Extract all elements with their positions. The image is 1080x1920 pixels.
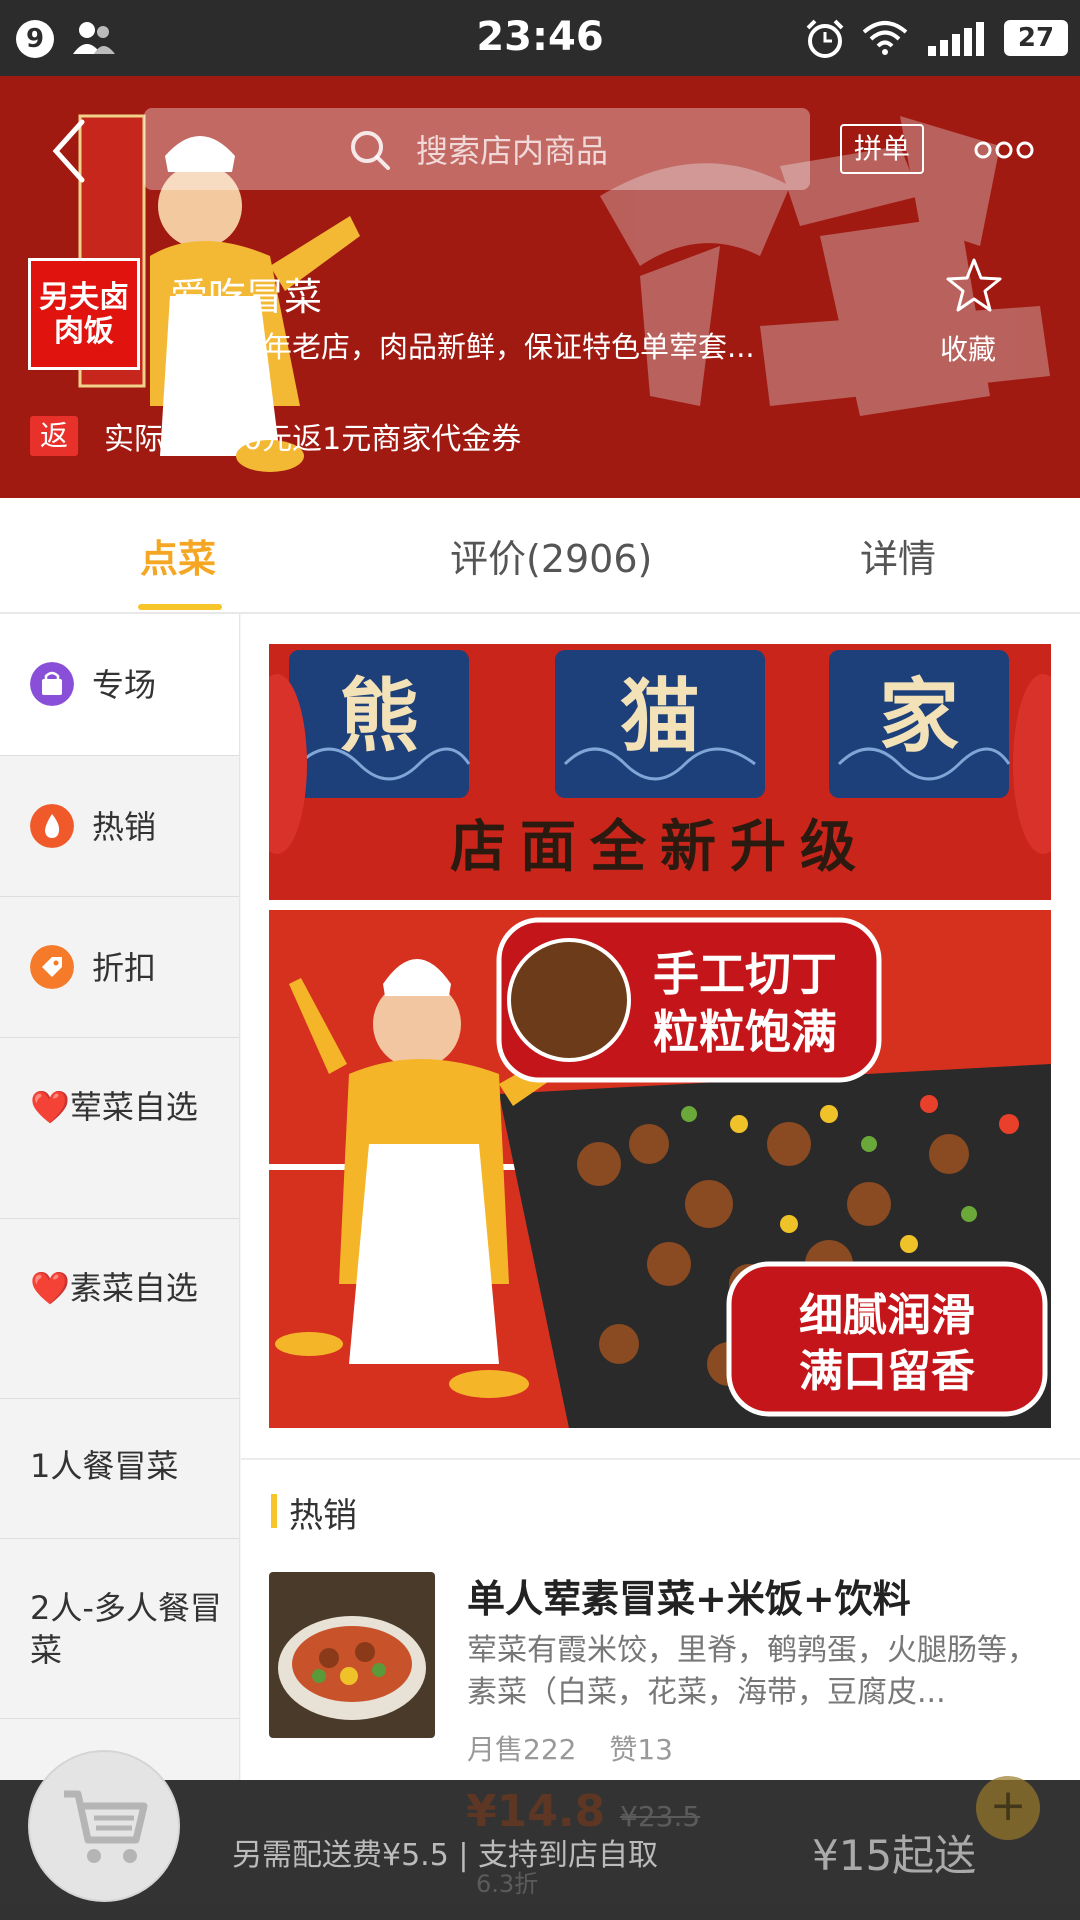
dish-original-price: ¥23.5 (620, 1800, 701, 1833)
section-title: 热销 (289, 1496, 357, 1536)
rebate-badge: 返 (30, 416, 78, 456)
section-accent (271, 1494, 277, 1528)
shop-logo-text: 另夫卤肉饭 (39, 280, 129, 349)
shop-name: 爱吃冒菜 (170, 275, 323, 319)
shop-search-box[interactable]: 搜索店内商品 (144, 108, 810, 190)
category-label: 折扣 (92, 949, 157, 987)
cart-icon (64, 1790, 148, 1863)
tab-details[interactable]: 详情 (860, 528, 936, 583)
promo-banner[interactable]: 熊 猫 家 店面全新升级 手工切丁 粒粒饱满 细腻润滑 满口留香 (269, 644, 1051, 1428)
wifi-icon (862, 21, 908, 55)
clock: 23:46 (476, 14, 604, 60)
rebate-text: 实际支付20元返1元商家代金券 (104, 422, 522, 457)
category-veg-select[interactable]: ❤️素菜自选 (0, 1219, 239, 1399)
category-label: 热销 (92, 808, 157, 846)
dish-stats: 月售222 赞13 (467, 1728, 697, 1768)
add-to-cart-button[interactable]: + (976, 1776, 1040, 1840)
cart-bar: ¥14.8 ¥23.5 6.3折 + 另需配送费¥5.5 | 支持到店自取 ¥1… (0, 1750, 1080, 1920)
tab-reviews[interactable]: 评价(2906) (450, 528, 652, 583)
banner-title-char-3: 家 (879, 670, 959, 763)
category-meat-select[interactable]: ❤️荤菜自选 (0, 1038, 239, 1219)
category-label: ❤️素菜自选 (30, 1269, 198, 1307)
tab-bar: 点菜 评价(2906) 详情 (0, 498, 1080, 614)
bubble-bottom-line-2: 满口留香 (799, 1346, 975, 1397)
category-label: ❤️荤菜自选 (30, 1088, 198, 1126)
favorite-label[interactable]: 收藏 (940, 328, 996, 368)
category-single-meal[interactable]: 1人餐冒菜 (0, 1399, 239, 1539)
back-button[interactable] (50, 116, 90, 186)
bag-icon (30, 662, 74, 706)
alarm-icon (806, 19, 844, 58)
dish-name[interactable]: 单人荤素冒菜+米饭+饮料 (467, 1568, 911, 1623)
tab-order[interactable]: 点菜 (140, 528, 216, 583)
menu-content: 熊 猫 家 店面全新升级 手工切丁 粒粒饱满 细腻润滑 满口留香 热销 单人荤素… (241, 614, 1080, 1780)
search-icon (351, 131, 390, 170)
banner-title-char-1: 熊 (339, 670, 419, 763)
signal-icon (928, 22, 984, 56)
category-special[interactable]: 专场 (0, 614, 239, 756)
banner-subtitle: 店面全新升级 (450, 815, 870, 880)
delivery-info: 另需配送费¥5.5 | 支持到店自取 (232, 1838, 658, 1873)
battery-level: 27 (1004, 20, 1068, 56)
shop-logo: 另夫卤肉饭 (28, 258, 140, 370)
category-label: 专场 (92, 666, 157, 704)
group-order-button[interactable]: 拼单 (840, 124, 924, 174)
speaker-icon (170, 324, 196, 362)
shop-notice[interactable]: 十年老店，肉品新鲜，保证特色单荤套... (234, 324, 834, 366)
more-options-icon[interactable] (974, 138, 1034, 162)
bubble-top-line-1: 手工切丁 (653, 947, 837, 1001)
category-group-meal[interactable]: 2人-多人餐冒菜 (0, 1539, 239, 1719)
shop-header: 搜索店内商品 拼单 另夫卤肉饭 爱吃冒菜 十年老店，肉品新鲜，保证特色单荤套..… (0, 76, 1080, 498)
category-sidebar: 专场 热销 折扣 ❤️荤菜自选 ❤️素菜自选 1人餐冒菜 2人-多人餐冒菜 (0, 614, 240, 1780)
active-tab-indicator (138, 604, 222, 610)
monthly-sales: 月售222 (467, 1733, 577, 1766)
star-icon[interactable] (944, 256, 1004, 316)
banner-title-char-2: 猫 (620, 670, 700, 763)
flame-icon (30, 804, 74, 848)
bubble-bottom-line-1: 细腻润滑 (799, 1290, 975, 1341)
category-label: 2人-多人餐冒菜 (30, 1589, 222, 1669)
divider (241, 1458, 1080, 1460)
cart-button[interactable] (28, 1750, 180, 1902)
likes-count: 赞13 (609, 1733, 673, 1766)
category-discount[interactable]: 折扣 (0, 897, 239, 1038)
category-label: 1人餐冒菜 (30, 1447, 179, 1485)
dish-image[interactable] (269, 1572, 435, 1738)
dish-description: 荤菜有霞米饺，里脊，鹌鹑蛋，火腿肠等，素菜（白菜，花菜，海带，豆腐皮... (467, 1633, 1037, 1710)
status-bar: 9 23:46 27 (0, 0, 1080, 76)
min-order-button[interactable]: ¥15起送 (812, 1822, 976, 1883)
tag-icon (30, 945, 74, 989)
search-placeholder: 搜索店内商品 (416, 132, 609, 170)
bubble-top-line-2: 粒粒饱满 (653, 1005, 837, 1059)
category-hot[interactable]: 热销 (0, 756, 239, 897)
